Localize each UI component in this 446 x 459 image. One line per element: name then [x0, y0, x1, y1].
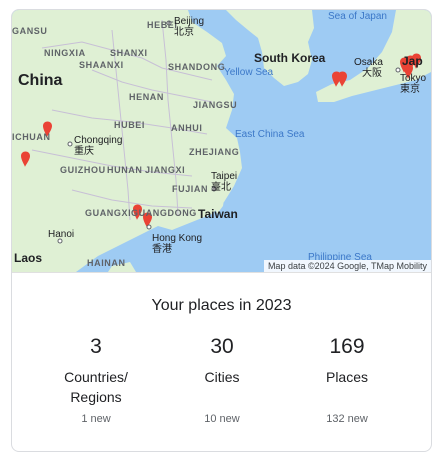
- osaka-native-name: 大阪: [362, 68, 382, 79]
- stat-places-label-line1: Places: [325, 369, 369, 385]
- label-hanoi: Hanoi: [48, 229, 74, 240]
- stat-countries-label-line1: Countries/: [64, 369, 128, 385]
- label-east-china-sea: East China Sea: [235, 129, 305, 140]
- label-shaanxi: SHAANXI: [79, 60, 124, 70]
- label-anhui: ANHUI: [171, 123, 203, 133]
- label-fujian: FUJIAN: [172, 184, 209, 194]
- label-south-korea: South Korea: [254, 51, 326, 65]
- summary-title: Your places in 2023: [151, 297, 292, 314]
- stat-countries: 3 Countries/ Regions 1 new: [36, 335, 156, 425]
- label-jiangxi: JIANGXI: [145, 165, 186, 175]
- label-japan: Jap: [402, 54, 423, 68]
- chongqing-name: Chongqing: [74, 135, 123, 146]
- label-guangdong: GUANGDONG: [131, 208, 197, 218]
- map-divider: [12, 272, 431, 273]
- beijing-native-name: 北京: [174, 27, 194, 38]
- label-chongqing: Chongqing 重庆: [74, 135, 122, 157]
- stat-places-new: 132 new: [326, 413, 368, 425]
- stat-cities-new: 10 new: [204, 413, 240, 425]
- label-shanxi: SHANXI: [110, 48, 148, 58]
- taipei-native-name: 臺北: [211, 182, 231, 193]
- label-taiwan: Taiwan: [198, 207, 238, 221]
- stat-countries-new: 1 new: [81, 413, 111, 425]
- label-gansu: GANSU: [12, 26, 48, 36]
- osaka-dot: [395, 67, 401, 73]
- chongqing-native-name: 重庆: [74, 146, 94, 157]
- stat-countries-value: 3: [90, 335, 102, 358]
- label-guangxi: GUANGXI: [85, 208, 132, 218]
- chongqing-dot: [67, 141, 73, 147]
- stat-cities-label-line1: Cities: [204, 369, 240, 385]
- label-hubei: HUBEI: [114, 120, 146, 130]
- label-tokyo: Tokyo 東京: [400, 73, 426, 95]
- beijing-name: Beijing: [174, 16, 205, 27]
- label-sea-of-japan: Sea of Japan: [328, 11, 387, 22]
- tokyo-native-name: 東京: [400, 84, 420, 95]
- hongkong-dot: [146, 224, 152, 230]
- label-china: China: [18, 72, 63, 89]
- label-hongkong: Hong Kong 香港: [152, 233, 202, 255]
- label-ningxia: NINGXIA: [44, 48, 86, 58]
- places-summary-card: GANSU NINGXIA SHANXI SHAANXI HEBEI SHAND…: [11, 9, 432, 452]
- label-shandong: SHANDONG: [168, 62, 226, 72]
- stat-countries-label-line2: Regions: [70, 389, 122, 405]
- taipei-name: Taipei: [211, 171, 238, 182]
- stat-cities-label: Cities: [162, 367, 282, 387]
- osaka-name: Osaka: [354, 57, 383, 68]
- label-henan: HENAN: [129, 92, 165, 102]
- hongkong-name: Hong Kong: [152, 233, 203, 244]
- label-sichuan: ICHUAN: [12, 132, 51, 142]
- hanoi-name: Hanoi: [48, 229, 75, 240]
- map-attribution[interactable]: Map data ©2024 Google, TMap Mobility: [263, 260, 431, 272]
- stat-countries-label: Countries/ Regions: [36, 367, 156, 407]
- stat-cities: 30 Cities 10 new: [162, 335, 282, 425]
- label-laos: Laos: [14, 251, 43, 265]
- hongkong-native-name: 香港: [152, 244, 172, 255]
- stat-places-value: 169: [329, 335, 365, 358]
- label-osaka: Osaka 大阪: [354, 57, 383, 79]
- stat-places: 169 Places 132 new: [287, 335, 407, 425]
- places-map[interactable]: GANSU NINGXIA SHANXI SHAANXI HEBEI SHAND…: [12, 10, 431, 272]
- label-yellow-sea: Yellow Sea: [224, 67, 274, 78]
- label-hainan: HAINAN: [87, 258, 126, 268]
- stat-cities-value: 30: [210, 335, 234, 358]
- label-zhejiang: ZHEJIANG: [189, 147, 240, 157]
- label-hunan: HUNAN: [107, 165, 143, 175]
- label-jiangsu: JIANGSU: [193, 100, 238, 110]
- tokyo-name: Tokyo: [400, 73, 427, 84]
- label-taipei: Taipei 臺北: [211, 171, 237, 193]
- stat-places-label: Places: [287, 367, 407, 387]
- label-hebei: HEBEI: [147, 20, 178, 30]
- label-beijing: Beijing 北京: [174, 16, 204, 38]
- label-guizhou: GUIZHOU: [60, 165, 106, 175]
